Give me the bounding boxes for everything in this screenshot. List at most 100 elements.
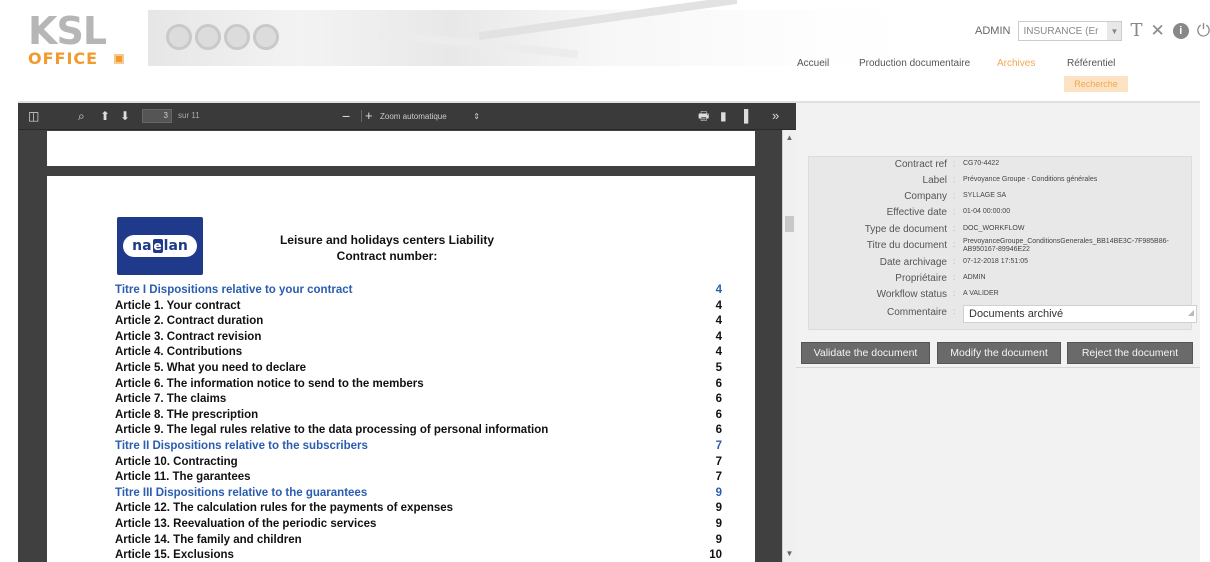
pdf-page-previous bbox=[47, 131, 755, 166]
pdf-page: na e lan Leisure and holidays centers Liab… bbox=[47, 176, 755, 562]
toc-entry[interactable]: Article 7. The claims 6 bbox=[115, 392, 722, 408]
page-count: sur 11 bbox=[178, 111, 200, 120]
banner-circle-icon bbox=[166, 24, 192, 50]
app-logo[interactable]: KSL OFFICE bbox=[28, 12, 138, 70]
toc-entry[interactable]: Article 10. Contracting 7 bbox=[115, 455, 722, 471]
toc-entry[interactable]: Article 4. Contributions 4 bbox=[115, 345, 722, 361]
metadata-value: ADMIN bbox=[963, 274, 986, 281]
resize-grip-icon[interactable]: ◢ bbox=[1188, 305, 1194, 321]
toc-section-heading[interactable]: Titre III Dispositions relative to the g… bbox=[115, 486, 722, 502]
toc-entry[interactable]: Article 3. Contract revision 4 bbox=[115, 330, 722, 346]
toc-entry-title: Article 4. Contributions bbox=[115, 346, 243, 359]
metadata-label: Workflow status bbox=[876, 289, 947, 300]
subnav-item-recherche[interactable]: Recherche bbox=[1064, 76, 1128, 92]
toc-entry-title: Article 11. The garantees bbox=[115, 471, 251, 484]
comment-field-value: Documents archivé bbox=[969, 308, 1064, 320]
toc-entry[interactable]: Article 6. The information notice to sen… bbox=[115, 377, 722, 393]
modify-document-button[interactable]: Modify the document bbox=[937, 342, 1061, 364]
document-logo-text: na e lan bbox=[123, 235, 197, 257]
toc-entry-page: 6 bbox=[715, 408, 722, 421]
zoom-in-button[interactable]: + bbox=[365, 108, 373, 124]
metadata-label: Effective date bbox=[886, 207, 947, 218]
toc-entry-page: 7 bbox=[715, 455, 722, 468]
print-icon[interactable]: 🖶 bbox=[698, 108, 709, 124]
text-size-icon[interactable]: T bbox=[1130, 21, 1142, 41]
metadata-label: Contract ref bbox=[894, 159, 947, 170]
context-select[interactable]: INSURANCE (Er ▼ bbox=[1018, 21, 1123, 41]
metadata-separator: : bbox=[953, 191, 956, 200]
next-page-icon[interactable]: ⬇ bbox=[120, 108, 130, 124]
metadata-separator: : bbox=[953, 159, 956, 168]
toc-entry-title: Article 13. Reevaluation of the periodic… bbox=[115, 517, 377, 530]
scroll-down-icon[interactable]: ▼ bbox=[783, 548, 796, 560]
search-icon[interactable]: ⌕ bbox=[78, 108, 85, 124]
toc-entry[interactable]: Article 11. The garantees 7 bbox=[115, 470, 722, 486]
page-number-input[interactable]: 3 bbox=[142, 109, 172, 123]
comment-field[interactable]: Documents archivé ◢ bbox=[963, 305, 1197, 323]
viewer-scrollbar[interactable]: ▲ ▼ bbox=[782, 130, 796, 562]
metadata-row: Contract ref: CG70-4422 bbox=[809, 159, 1193, 175]
metadata-separator: : bbox=[953, 207, 956, 216]
zoom-out-button[interactable]: − bbox=[342, 108, 350, 124]
metadata-value: Prévoyance Groupe - Conditions générales bbox=[963, 176, 1098, 183]
info-icon[interactable]: i bbox=[1172, 23, 1189, 39]
toc-entry-page: 9 bbox=[715, 533, 722, 546]
toc-entry-title: Titre I Dispositions relative to your co… bbox=[115, 284, 353, 296]
toc-section-heading[interactable]: Titre II Dispositions relative to the su… bbox=[115, 439, 722, 455]
toc-entry[interactable]: Article 5. What you need to declare 5 bbox=[115, 361, 722, 377]
sidebar-toggle-icon[interactable]: ◫ bbox=[28, 108, 39, 124]
toc-entry[interactable]: Article 15. Exclusions 10 bbox=[115, 548, 722, 562]
document-metadata: Contract ref: CG70-4422 Label: Prévoyance G… bbox=[808, 156, 1197, 330]
validate-document-button[interactable]: Validate the document bbox=[801, 342, 930, 364]
metadata-label: Commentaire bbox=[886, 307, 947, 318]
toc-entry-page: 4 bbox=[715, 330, 722, 343]
toc-section-heading[interactable]: Titre I Dispositions relative to your co… bbox=[115, 283, 722, 299]
chevron-updown-icon: ⇕ bbox=[473, 112, 480, 121]
banner-circle-icon bbox=[195, 24, 221, 50]
bookmark-icon[interactable]: ▌ bbox=[744, 108, 753, 124]
toc-entry-page: 4 bbox=[715, 346, 722, 359]
tools-icon[interactable]: ✕ bbox=[1150, 21, 1164, 41]
tools-menu-icon[interactable]: » bbox=[772, 108, 779, 124]
toc-entry[interactable]: Article 14. The family and children 9 bbox=[115, 533, 722, 549]
nav-item-accueil[interactable]: Accueil bbox=[797, 58, 829, 69]
logo-sub-text: OFFICE bbox=[28, 49, 99, 68]
download-icon[interactable]: ▮ bbox=[720, 108, 727, 124]
pdf-toolbar: ◫ ⌕ ⬆ ⬇ 3 sur 11 − + Zoom automatique ⇕ … bbox=[18, 103, 796, 130]
logo-square-icon bbox=[114, 54, 124, 64]
pdf-page-area[interactable]: na e lan Leisure and holidays centers Liab… bbox=[18, 131, 780, 562]
toc-entry[interactable]: Article 13. Reevaluation of the periodic… bbox=[115, 517, 722, 533]
metadata-separator: : bbox=[953, 175, 956, 184]
current-user: ADMIN bbox=[975, 25, 1011, 37]
toc-entry[interactable]: Article 8. THe prescription 6 bbox=[115, 408, 722, 424]
nav-item-production[interactable]: Production documentaire bbox=[859, 58, 970, 69]
banner-circle-icon bbox=[224, 24, 250, 50]
toc-entry-title: Article 12. The calculation rules for th… bbox=[115, 502, 454, 515]
reject-document-button[interactable]: Reject the document bbox=[1067, 342, 1193, 364]
nav-item-referentiel[interactable]: Référentiel bbox=[1067, 58, 1115, 69]
toc-entry[interactable]: Article 12. The calculation rules for th… bbox=[115, 501, 722, 517]
power-icon[interactable]: ⏻ bbox=[1197, 21, 1210, 41]
toc-entry-title: Article 10. Contracting bbox=[115, 455, 238, 468]
app-header: KSL OFFICE ADMIN INSURANCE (Er ▼ T ✕ i ⏻… bbox=[0, 0, 1210, 100]
zoom-select[interactable]: Zoom automatique ⇕ bbox=[380, 110, 480, 124]
metadata-value: PrevoyanceGroupe_ConditionsGenerales_BB1… bbox=[963, 238, 1169, 253]
scroll-up-icon[interactable]: ▲ bbox=[783, 132, 796, 144]
toc-entry-page: 6 bbox=[715, 393, 722, 406]
toc-entry-title: Article 14. The family and children bbox=[115, 533, 302, 546]
metadata-label: Type de document bbox=[864, 224, 947, 235]
toc-entry[interactable]: Article 1. Your contract 4 bbox=[115, 299, 722, 315]
metadata-label: Date archivage bbox=[879, 257, 947, 268]
banner-icons bbox=[166, 24, 279, 50]
toc-entry[interactable]: Article 9. The legal rules relative to t… bbox=[115, 423, 722, 439]
context-select-value: INSURANCE (Er bbox=[1023, 25, 1099, 37]
scrollbar-thumb[interactable] bbox=[785, 216, 794, 232]
toc-entry[interactable]: Article 2. Contract duration 4 bbox=[115, 314, 722, 330]
toc-entry-title: Article 1. Your contract bbox=[115, 299, 241, 312]
previous-page-icon[interactable]: ⬆ bbox=[100, 108, 110, 124]
table-of-contents: Titre I Dispositions relative to your co… bbox=[115, 283, 722, 562]
toc-entry-page: 9 bbox=[715, 486, 722, 499]
nav-item-archives[interactable]: Archives bbox=[997, 58, 1035, 69]
pdf-viewer: ◫ ⌕ ⬆ ⬇ 3 sur 11 − + Zoom automatique ⇕ … bbox=[18, 103, 796, 562]
metadata-label: Company bbox=[904, 191, 947, 202]
